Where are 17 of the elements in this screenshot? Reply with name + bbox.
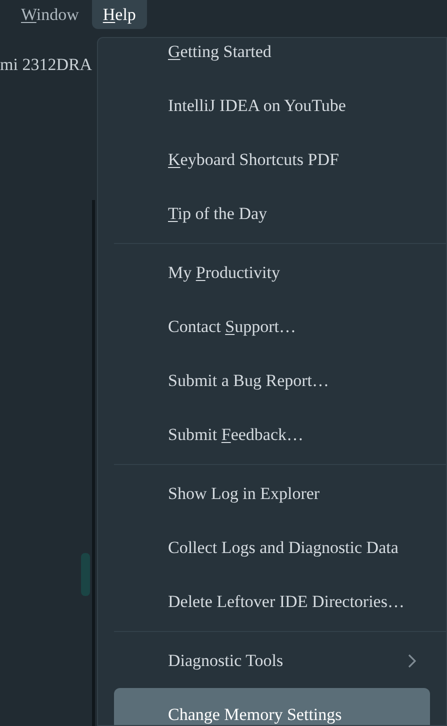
menu-bar-item[interactable]: Window	[10, 0, 90, 29]
menu-item[interactable]: My Productivity	[114, 246, 430, 300]
menu-item[interactable]: Delete Leftover IDE Directories…	[114, 575, 430, 629]
scrollbar-thumb[interactable]	[81, 553, 90, 596]
menu-item[interactable]: Tip of the Day	[114, 187, 430, 241]
menu-bar-item[interactable]: Help	[92, 0, 147, 29]
menu-item[interactable]: Getting Started	[114, 38, 430, 79]
menu-item[interactable]: Keyboard Shortcuts PDF	[114, 133, 430, 187]
menu-item[interactable]: Submit Feedback…	[114, 408, 430, 462]
menu-item[interactable]: Diagnostic Tools	[114, 634, 430, 688]
menu-item[interactable]: Submit a Bug Report…	[114, 354, 430, 408]
device-label: mi 2312DRA	[0, 54, 92, 76]
menu-item[interactable]: Contact Support…	[114, 300, 430, 354]
menu-item[interactable]: Collect Logs and Diagnostic Data	[114, 521, 430, 575]
menu-item[interactable]: IntelliJ IDEA on YouTube	[114, 79, 430, 133]
menu-item[interactable]: Change Memory Settings	[114, 688, 430, 725]
menu-item[interactable]: Show Log in Explorer	[114, 467, 430, 521]
